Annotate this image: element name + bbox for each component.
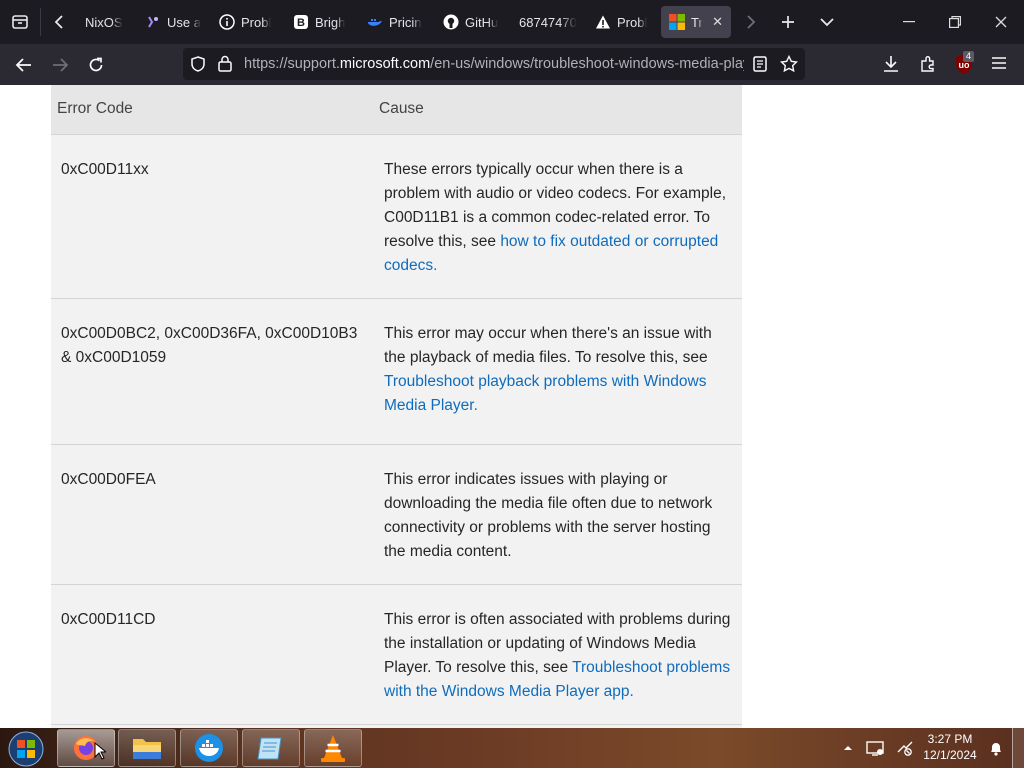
info-circle-icon — [219, 14, 235, 30]
tab-pricin[interactable]: Pricin — [359, 6, 433, 38]
minimize-icon[interactable] — [886, 0, 932, 44]
mouse-cursor-icon — [94, 742, 106, 760]
windows-orb-icon — [8, 731, 44, 767]
tab-scroll-left-icon[interactable] — [41, 0, 77, 44]
tab-68747470[interactable]: 68747470 — [511, 6, 585, 38]
ai-sparkle-icon — [145, 14, 161, 30]
tab-strip: NixOS Use a Probl B Brigh Pricin GitHu 6… — [0, 0, 1024, 44]
taskbar-firefox[interactable] — [57, 729, 115, 767]
tab-probl-2[interactable]: Probl — [587, 6, 659, 38]
navigation-toolbar: https://support.microsoft.com/en-us/wind… — [0, 44, 1024, 85]
cause-cell: These errors typically occur when there … — [374, 133, 742, 298]
warning-triangle-icon — [595, 14, 611, 30]
table-row: 0xC00D11xx These errors typically occur … — [51, 133, 742, 298]
url-domain: microsoft.com — [339, 56, 431, 72]
tab-title: Use a — [167, 14, 201, 30]
whale-icon — [367, 14, 383, 30]
tab-github[interactable]: GitHu — [435, 6, 509, 38]
clock-date: 12/1/2024 — [923, 748, 977, 762]
show-hidden-icons[interactable] — [840, 728, 856, 768]
extensions-puzzle-icon[interactable] — [919, 55, 937, 78]
forward-button[interactable] — [42, 49, 78, 81]
close-window-icon[interactable] — [978, 0, 1024, 44]
restore-icon[interactable] — [932, 0, 978, 44]
tab-troubleshoot-active[interactable]: Tro ✕ — [661, 6, 731, 38]
action-center-flag-icon[interactable] — [864, 728, 886, 768]
microsoft-logo-icon — [669, 14, 685, 30]
table-header-row: Error Code Cause — [51, 85, 742, 134]
cause-text: This error may occur when there's an iss… — [384, 324, 712, 366]
clock-time: 3:27 PM — [927, 732, 973, 746]
cause-text: This error indicates issues with playing… — [384, 470, 713, 560]
error-codes-table: Error Code Cause 0xC00D11xx These errors… — [51, 85, 742, 728]
taskbar-file-explorer[interactable] — [118, 729, 176, 767]
table-row: 0xC00D11CD This error is often associate… — [51, 583, 742, 724]
reload-button[interactable] — [78, 49, 114, 81]
tab-nixos[interactable]: NixOS — [77, 6, 135, 38]
reader-view-icon[interactable] — [753, 56, 767, 77]
tab-title: Pricin — [389, 14, 422, 30]
error-code-cell: 0xC00D11xx — [51, 133, 374, 298]
table-row: 0xC00D0BC2, 0xC00D36FA, 0xC00D10B3 & 0xC… — [51, 297, 742, 444]
ublock-origin-icon[interactable]: uo 4 — [954, 51, 976, 75]
tab-title: NixOS — [85, 14, 123, 30]
folder-icon — [133, 739, 161, 759]
back-button[interactable] — [6, 49, 42, 81]
notification-bell-icon[interactable] — [986, 728, 1006, 768]
cause-cell: This error may occur when there's an iss… — [374, 297, 742, 444]
taskbar-docker[interactable] — [180, 729, 238, 767]
svg-text:B: B — [297, 17, 305, 29]
tab-title: 68747470 — [519, 14, 577, 30]
github-icon — [443, 14, 459, 30]
new-tab-icon[interactable] — [769, 0, 807, 44]
system-clock[interactable]: 3:27 PM 12/1/2024 — [920, 731, 980, 763]
error-code-cell: 0xC00D0BC2, 0xC00D36FA, 0xC00D10B3 & 0xC… — [51, 297, 374, 444]
tab-title: Tro — [691, 14, 703, 30]
cause-cell: This error indicates issues with playing… — [374, 443, 742, 584]
tab-probl-1[interactable]: Probl — [211, 6, 283, 38]
url-path: /en-us/windows/troubleshoot-windows-medi… — [430, 56, 744, 72]
url-prefix: https://support. — [244, 56, 340, 72]
show-desktop-button[interactable] — [1012, 728, 1024, 768]
tab-title: Probl — [617, 14, 648, 30]
error-code-cell: 0xC00D0FEA — [51, 443, 374, 584]
header-cause: Cause — [374, 85, 742, 134]
close-tab-icon[interactable]: ✕ — [712, 14, 723, 30]
playback-troubleshoot-link[interactable]: Troubleshoot playback problems with Wind… — [384, 373, 707, 414]
tracking-protection-shield-icon[interactable] — [190, 56, 206, 77]
app-menu-icon[interactable] — [991, 56, 1007, 75]
notepad-icon — [257, 737, 282, 760]
tab-title: Probl — [241, 14, 272, 30]
table-row: 0xC00D0FEA This error indicates issues w… — [51, 443, 742, 584]
network-disconnected-icon[interactable] — [894, 728, 916, 768]
url-text[interactable]: https://support.microsoft.com/en-us/wind… — [244, 48, 744, 80]
tab-use-a[interactable]: Use a — [137, 6, 209, 38]
list-all-tabs-icon[interactable] — [807, 0, 847, 44]
lock-icon[interactable] — [218, 55, 232, 77]
header-error-code: Error Code — [51, 85, 374, 134]
downloads-icon[interactable] — [882, 55, 900, 78]
vlc-cone-icon — [321, 735, 345, 762]
taskbar-notepad[interactable] — [242, 729, 300, 767]
start-button[interactable] — [6, 730, 46, 768]
taskbar: 3:27 PM 12/1/2024 — [0, 728, 1024, 768]
bold-b-icon: B — [293, 14, 309, 30]
docker-icon — [195, 734, 223, 762]
bookmark-star-icon[interactable] — [779, 54, 799, 78]
taskbar-vlc[interactable] — [304, 729, 362, 767]
firefox-view-icon[interactable] — [0, 0, 40, 44]
tab-title: GitHu — [465, 14, 499, 30]
extension-badge: 4 — [963, 51, 975, 62]
web-page: Error Code Cause 0xC00D11xx These errors… — [0, 85, 1024, 728]
cause-cell: This error is often associated with prob… — [374, 583, 742, 724]
error-code-cell: 0xC00D11CD — [51, 583, 374, 724]
tab-title: Brigh — [315, 14, 346, 30]
tab-scroll-right-icon[interactable] — [733, 0, 769, 44]
tab-brigh[interactable]: B Brigh — [285, 6, 357, 38]
address-bar[interactable]: https://support.microsoft.com/en-us/wind… — [183, 48, 805, 80]
